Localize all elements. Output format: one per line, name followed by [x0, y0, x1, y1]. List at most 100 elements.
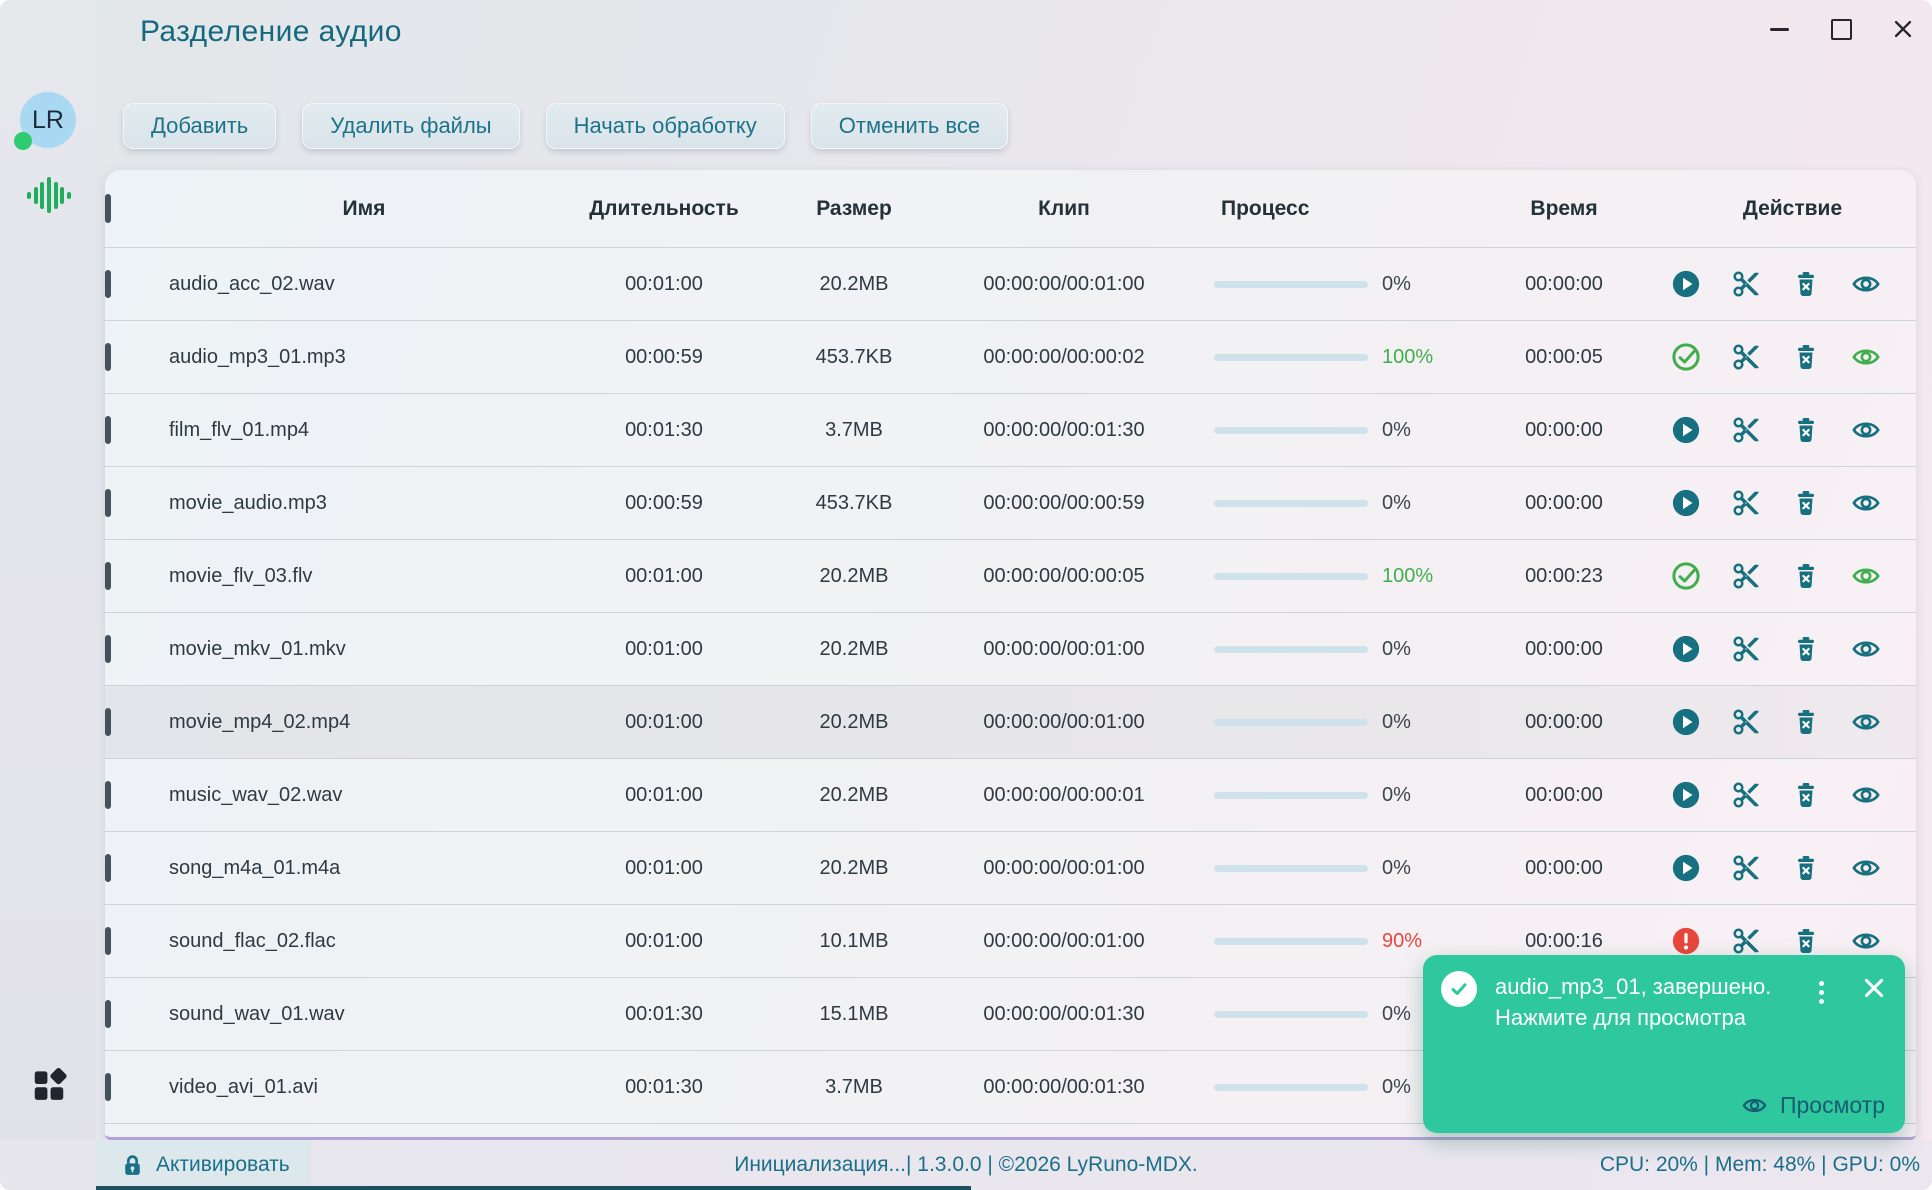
- trash-icon[interactable]: [1791, 342, 1821, 372]
- scissors-icon[interactable]: [1731, 269, 1761, 299]
- file-size: 10.1MB: [819, 929, 889, 952]
- file-progress: 0%: [1189, 711, 1479, 734]
- waveform-icon[interactable]: [27, 176, 71, 214]
- row-actions: [1669, 634, 1916, 664]
- status-error-icon[interactable]: [1671, 926, 1701, 956]
- file-name: song_m4a_01.m4a: [169, 856, 341, 879]
- eye-icon[interactable]: [1851, 342, 1881, 372]
- progress-track: [1214, 499, 1368, 507]
- eye-icon[interactable]: [1851, 853, 1881, 883]
- file-progress: 100%: [1189, 565, 1479, 588]
- trash-icon[interactable]: [1791, 415, 1821, 445]
- activate-button[interactable]: Активировать: [96, 1140, 310, 1190]
- row-checkbox[interactable]: [105, 926, 111, 955]
- scissors-icon[interactable]: [1731, 926, 1761, 956]
- row-actions: [1669, 269, 1916, 299]
- progress-percent: 100%: [1382, 564, 1434, 587]
- row-checkbox[interactable]: [105, 634, 111, 663]
- row-checkbox[interactable]: [105, 415, 111, 444]
- eye-icon[interactable]: [1851, 415, 1881, 445]
- toast-close-icon[interactable]: [1861, 975, 1887, 1001]
- file-name: audio_mp3_01.mp3: [169, 345, 346, 368]
- scissors-icon[interactable]: [1731, 561, 1761, 591]
- row-checkbox[interactable]: [105, 269, 111, 298]
- file-name: audio_acc_02.wav: [169, 272, 335, 295]
- toast-preview-action[interactable]: Просмотр: [1741, 1092, 1885, 1119]
- file-clip: 00:00:00/00:01:30: [983, 1075, 1145, 1098]
- scissors-icon[interactable]: [1731, 342, 1761, 372]
- eye-icon[interactable]: [1851, 634, 1881, 664]
- status-done-icon[interactable]: [1671, 342, 1701, 372]
- play-button[interactable]: [1671, 780, 1701, 810]
- progress-track: [1214, 937, 1368, 945]
- eye-icon[interactable]: [1851, 269, 1881, 299]
- scissors-icon[interactable]: [1731, 707, 1761, 737]
- add-button[interactable]: Добавить: [123, 103, 277, 149]
- trash-icon[interactable]: [1791, 707, 1821, 737]
- start-processing-button[interactable]: Начать обработку: [545, 103, 785, 149]
- progress-percent: 0%: [1382, 637, 1411, 660]
- table-row[interactable]: music_wav_02.wav 00:01:00 20.2MB 00:00:0…: [105, 758, 1916, 831]
- lock-icon: [125, 1154, 140, 1175]
- scissors-icon[interactable]: [1731, 488, 1761, 518]
- more-options-icon[interactable]: [1811, 977, 1831, 1007]
- play-button[interactable]: [1671, 415, 1701, 445]
- system-stats: CPU: 20% | Mem: 48% | GPU: 0%: [1599, 1153, 1920, 1176]
- scissors-icon[interactable]: [1731, 415, 1761, 445]
- table-row[interactable]: movie_mp4_02.mp4 00:01:00 20.2MB 00:00:0…: [105, 685, 1916, 758]
- row-checkbox[interactable]: [105, 853, 111, 882]
- play-button[interactable]: [1671, 707, 1701, 737]
- eye-icon[interactable]: [1851, 707, 1881, 737]
- table-row[interactable]: audio_acc_02.wav 00:01:00 20.2MB 00:00:0…: [105, 247, 1916, 320]
- trash-icon[interactable]: [1791, 269, 1821, 299]
- close-icon[interactable]: [1892, 18, 1914, 40]
- eye-icon[interactable]: [1851, 780, 1881, 810]
- table-row[interactable]: movie_flv_03.flv 00:01:00 20.2MB 00:00:0…: [105, 539, 1916, 612]
- eye-icon[interactable]: [1851, 561, 1881, 591]
- trash-icon[interactable]: [1791, 780, 1821, 810]
- maximize-icon[interactable]: [1830, 18, 1852, 40]
- play-button[interactable]: [1671, 634, 1701, 664]
- trash-icon[interactable]: [1791, 561, 1821, 591]
- file-duration: 00:01:00: [625, 710, 703, 733]
- table-row[interactable]: audio_mp3_01.mp3 00:00:59 453.7KB 00:00:…: [105, 320, 1916, 393]
- play-button[interactable]: [1671, 853, 1701, 883]
- delete-files-button[interactable]: Удалить файлы: [302, 103, 520, 149]
- trash-icon[interactable]: [1791, 488, 1821, 518]
- row-checkbox[interactable]: [105, 561, 111, 590]
- row-checkbox[interactable]: [105, 999, 111, 1028]
- file-time: 00:00:00: [1525, 637, 1603, 660]
- progress-track: [1214, 718, 1368, 726]
- dashboard-blocks-icon[interactable]: [30, 1066, 68, 1104]
- scissors-icon[interactable]: [1731, 780, 1761, 810]
- file-name: sound_flac_02.flac: [169, 929, 336, 952]
- table-row[interactable]: movie_audio.mp3 00:00:59 453.7KB 00:00:0…: [105, 466, 1916, 539]
- eye-icon[interactable]: [1851, 926, 1881, 956]
- table-row[interactable]: film_flv_01.mp4 00:01:30 3.7MB 00:00:00/…: [105, 393, 1916, 466]
- file-name: film_flv_01.mp4: [169, 418, 310, 441]
- table-row[interactable]: movie_mkv_01.mkv 00:01:00 20.2MB 00:00:0…: [105, 612, 1916, 685]
- trash-icon[interactable]: [1791, 634, 1821, 664]
- scissors-icon[interactable]: [1731, 853, 1761, 883]
- file-duration: 00:01:00: [625, 564, 703, 587]
- minimize-icon[interactable]: [1768, 18, 1790, 40]
- row-checkbox[interactable]: [105, 488, 111, 517]
- toast-notification[interactable]: audio_mp3_01, завершено. Нажмите для про…: [1423, 955, 1905, 1133]
- play-button[interactable]: [1671, 488, 1701, 518]
- row-checkbox[interactable]: [105, 1072, 111, 1101]
- row-checkbox[interactable]: [105, 342, 111, 371]
- table-row[interactable]: song_m4a_01.m4a 00:01:00 20.2MB 00:00:00…: [105, 831, 1916, 904]
- row-checkbox[interactable]: [105, 780, 111, 809]
- activate-label: Активировать: [156, 1153, 290, 1176]
- file-time: 00:00:00: [1525, 272, 1603, 295]
- cancel-all-button[interactable]: Отменить все: [810, 103, 1009, 149]
- eye-icon[interactable]: [1851, 488, 1881, 518]
- play-button[interactable]: [1671, 269, 1701, 299]
- scissors-icon[interactable]: [1731, 634, 1761, 664]
- status-done-icon[interactable]: [1671, 561, 1701, 591]
- select-all-checkbox[interactable]: [105, 193, 111, 223]
- trash-icon[interactable]: [1791, 853, 1821, 883]
- row-actions: [1669, 488, 1916, 518]
- row-checkbox[interactable]: [105, 707, 111, 736]
- trash-icon[interactable]: [1791, 926, 1821, 956]
